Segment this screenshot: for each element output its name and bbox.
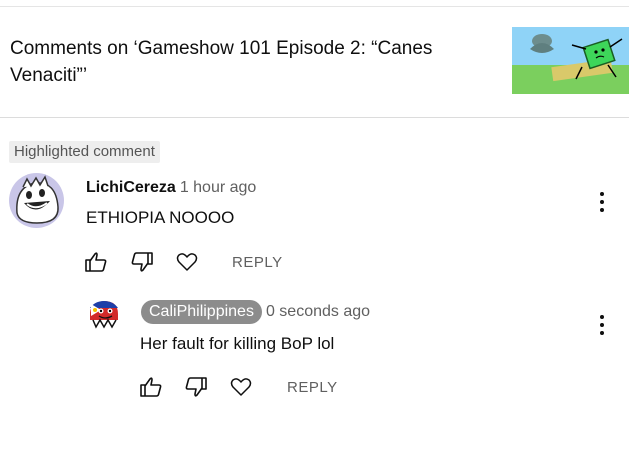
reply-button[interactable]: REPLY [287, 379, 338, 396]
reply-text: Her fault for killing BoP lol [140, 334, 335, 353]
reply-author-chip[interactable]: CaliPhilippines [141, 300, 262, 324]
comment-timestamp[interactable]: 1 hour ago [180, 179, 257, 196]
thumbs-down-icon[interactable] [184, 376, 208, 403]
heart-icon[interactable] [230, 377, 252, 402]
more-vertical-icon[interactable] [590, 313, 614, 339]
section-divider [0, 117, 629, 118]
reply-timestamp[interactable]: 0 seconds ago [266, 303, 370, 320]
heart-icon[interactable] [176, 252, 198, 277]
thumbs-down-icon[interactable] [130, 251, 154, 278]
highlighted-comment-badge: Highlighted comment [9, 141, 160, 163]
comment-text: ETHIOPIA NOOOO [86, 208, 235, 227]
thumbs-up-icon[interactable] [84, 251, 108, 278]
avatar[interactable] [87, 296, 121, 330]
thumbs-up-icon[interactable] [139, 376, 163, 403]
video-thumbnail[interactable] [512, 27, 629, 94]
avatar[interactable] [9, 173, 64, 228]
reply-author-line: CaliPhilippines 0 seconds ago [141, 300, 370, 324]
reply-button[interactable]: REPLY [232, 254, 283, 271]
more-vertical-icon[interactable] [590, 190, 614, 216]
header-title: Comments on ‘Gameshow 101 Episode 2: “Ca… [10, 38, 433, 86]
comment-author-line: LichiCereza 1 hour ago [86, 178, 256, 198]
comment-author[interactable]: LichiCereza [86, 179, 176, 196]
